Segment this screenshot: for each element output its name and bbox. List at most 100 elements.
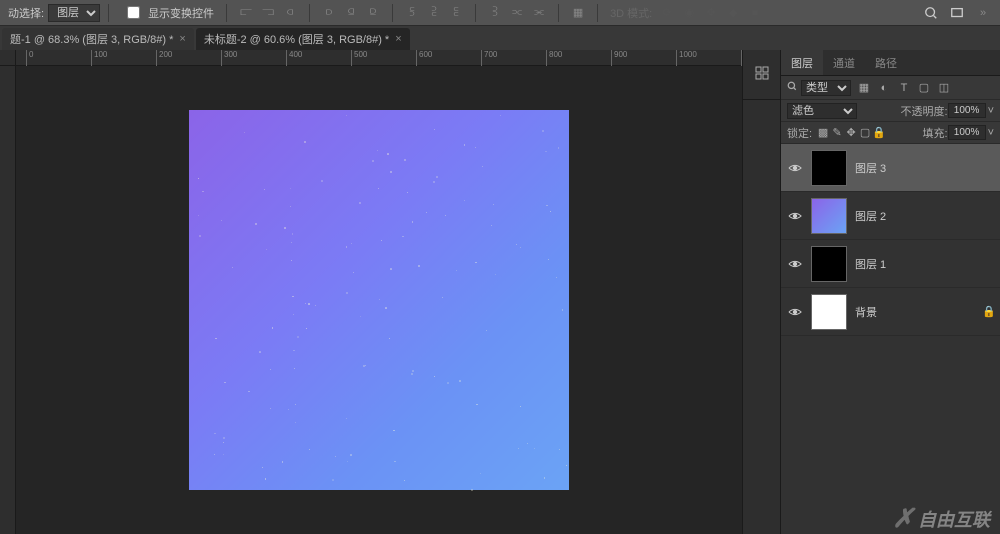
layer-thumbnail[interactable] bbox=[811, 246, 847, 282]
blend-opacity-row: 滤色 不透明度: ˅ bbox=[781, 100, 1000, 122]
pan-3d-icon: ✥ bbox=[703, 5, 719, 21]
layer-item[interactable]: 图层 1 bbox=[781, 240, 1000, 288]
align-center-h-icon[interactable]: ⫎ bbox=[260, 5, 276, 21]
filter-shape-icon[interactable]: ▢ bbox=[917, 81, 931, 95]
tab-layers[interactable]: 图层 bbox=[781, 50, 823, 75]
layers-panel: 图层 通道 路径 类型 ▦ ◐ T ▢ ◫ 滤色 不透明度: bbox=[780, 50, 1000, 534]
show-transform-label: 显示变换控件 bbox=[144, 5, 218, 21]
ruler-tick: 700 bbox=[481, 50, 497, 66]
filter-pixel-icon[interactable]: ▦ bbox=[857, 81, 871, 95]
panel-dock-gutter bbox=[742, 50, 780, 534]
layer-name-label[interactable]: 图层 2 bbox=[855, 208, 994, 224]
visibility-eye-icon[interactable] bbox=[787, 208, 803, 224]
slide-3d-icon: ◆ bbox=[725, 5, 741, 21]
ruler-horizontal[interactable]: 010020030040050060070080090010001100 bbox=[16, 50, 742, 66]
layer-item[interactable]: 图层 2 bbox=[781, 192, 1000, 240]
ruler-tick: 400 bbox=[286, 50, 302, 66]
layer-thumbnail[interactable] bbox=[811, 294, 847, 330]
visibility-eye-icon[interactable] bbox=[787, 256, 803, 272]
visibility-eye-icon[interactable] bbox=[787, 160, 803, 176]
layer-thumbnail[interactable] bbox=[811, 150, 847, 186]
tab-channels[interactable]: 通道 bbox=[823, 50, 865, 75]
layer-thumbnail[interactable] bbox=[811, 198, 847, 234]
visibility-eye-icon[interactable] bbox=[787, 304, 803, 320]
document-tab[interactable]: 题-1 @ 68.3% (图层 3, RGB/8#) * × bbox=[2, 28, 194, 50]
distribute-top-icon[interactable]: ⫖ bbox=[487, 5, 503, 21]
ruler-vertical[interactable] bbox=[0, 66, 16, 534]
search-icon[interactable] bbox=[921, 3, 941, 23]
scale-3d-icon: ■ bbox=[747, 5, 763, 21]
blend-mode-dropdown[interactable]: 滤色 bbox=[787, 103, 857, 119]
align-more-icon[interactable]: ▦ bbox=[570, 5, 586, 21]
layer-name-label[interactable]: 图层 3 bbox=[855, 160, 994, 176]
filter-text-icon[interactable]: T bbox=[897, 81, 911, 95]
filter-smart-icon[interactable]: ◫ bbox=[937, 81, 951, 95]
filter-type-dropdown[interactable]: 类型 bbox=[801, 80, 851, 96]
orbit-3d-icon: ⟳ bbox=[659, 5, 675, 21]
ruler-tick: 800 bbox=[546, 50, 562, 66]
canvas-area: 010020030040050060070080090010001100 bbox=[0, 50, 742, 534]
ruler-tick: 1100 bbox=[741, 50, 742, 66]
options-toolbar: 动选择: 图层 显示变换控件 ⫍ ⫎ ⫏ ⫐ ⫑ ⫒ ⫓ ⫔ ⫕ ⫖ ⫗ ⫘ ▦… bbox=[0, 0, 1000, 26]
distribute-center-v-icon[interactable]: ⫗ bbox=[509, 5, 525, 21]
tab-label: 未标题-2 @ 60.6% (图层 3, RGB/8#) * bbox=[204, 31, 389, 47]
fill-input[interactable] bbox=[948, 125, 986, 140]
lock-position-icon[interactable]: ✥ bbox=[844, 126, 858, 140]
lock-all-icon[interactable]: 🔒 bbox=[872, 126, 886, 140]
auto-select-dropdown[interactable]: 图层 bbox=[48, 4, 100, 22]
main-area: 010020030040050060070080090010001100 图层 … bbox=[0, 50, 1000, 534]
lock-fill-row: 锁定: ▩ ✎ ✥ ▢ 🔒 填充: ˅ bbox=[781, 122, 1000, 144]
layer-name-label[interactable]: 背景 bbox=[855, 304, 982, 320]
lock-artboard-icon[interactable]: ▢ bbox=[858, 126, 872, 140]
canvas-viewport[interactable] bbox=[16, 66, 742, 534]
align-right-icon[interactable]: ⫏ bbox=[282, 5, 298, 21]
align-top-icon[interactable]: ⫐ bbox=[321, 5, 337, 21]
mode-3d-label: 3D 模式: bbox=[606, 5, 656, 21]
align-bottom-icon[interactable]: ⫒ bbox=[365, 5, 381, 21]
show-transform-checkbox[interactable] bbox=[127, 6, 140, 19]
layer-filter-row: 类型 ▦ ◐ T ▢ ◫ bbox=[781, 76, 1000, 100]
fill-label: 填充: bbox=[923, 125, 948, 141]
filter-adjustment-icon[interactable]: ◐ bbox=[877, 81, 891, 95]
ruler-tick: 200 bbox=[156, 50, 172, 66]
panel-tab-bar: 图层 通道 路径 bbox=[781, 50, 1000, 76]
divider bbox=[108, 4, 109, 22]
layer-name-label[interactable]: 图层 1 bbox=[855, 256, 994, 272]
tab-paths[interactable]: 路径 bbox=[865, 50, 907, 75]
lock-transparency-icon[interactable]: ▩ bbox=[816, 126, 830, 140]
align-center-v-icon[interactable]: ⫑ bbox=[343, 5, 359, 21]
opacity-input[interactable] bbox=[948, 103, 986, 118]
lock-label: 锁定: bbox=[787, 125, 812, 141]
canvas-content bbox=[189, 110, 569, 490]
canvas[interactable] bbox=[189, 110, 569, 490]
ruler-tick: 600 bbox=[416, 50, 432, 66]
lock-icon[interactable]: 🔒 bbox=[982, 305, 994, 318]
close-icon[interactable]: × bbox=[395, 33, 401, 45]
roll-3d-icon: ◉ bbox=[681, 5, 697, 21]
search-icon[interactable] bbox=[787, 81, 797, 94]
auto-select-label: 动选择: bbox=[4, 5, 48, 21]
tab-label: 题-1 @ 68.3% (图层 3, RGB/8#) * bbox=[10, 31, 173, 47]
divider bbox=[597, 4, 598, 22]
ruler-origin[interactable] bbox=[0, 50, 16, 66]
lock-pixels-icon[interactable]: ✎ bbox=[830, 126, 844, 140]
ruler-tick: 300 bbox=[221, 50, 237, 66]
distribute-bottom-icon[interactable]: ⫘ bbox=[531, 5, 547, 21]
layer-item[interactable]: 图层 3 bbox=[781, 144, 1000, 192]
ruler-tick: 500 bbox=[351, 50, 367, 66]
collapsed-panel-icon[interactable] bbox=[743, 50, 780, 100]
align-left-icon[interactable]: ⫍ bbox=[238, 5, 254, 21]
layer-item[interactable]: 背景🔒 bbox=[781, 288, 1000, 336]
distribute-left-icon[interactable]: ⫓ bbox=[404, 5, 420, 21]
distribute-right-icon[interactable]: ⫕ bbox=[448, 5, 464, 21]
chevron-down-icon[interactable]: ˅ bbox=[988, 127, 994, 139]
divider bbox=[558, 4, 559, 22]
overflow-icon[interactable]: » bbox=[973, 3, 993, 23]
layers-list: 图层 3 图层 2 图层 1 背景🔒 bbox=[781, 144, 1000, 534]
panel-icon bbox=[754, 65, 770, 84]
close-icon[interactable]: × bbox=[179, 33, 185, 45]
distribute-center-h-icon[interactable]: ⫔ bbox=[426, 5, 442, 21]
screen-mode-icon[interactable] bbox=[947, 3, 967, 23]
chevron-down-icon[interactable]: ˅ bbox=[988, 105, 994, 117]
document-tab[interactable]: 未标题-2 @ 60.6% (图层 3, RGB/8#) * × bbox=[196, 28, 410, 50]
